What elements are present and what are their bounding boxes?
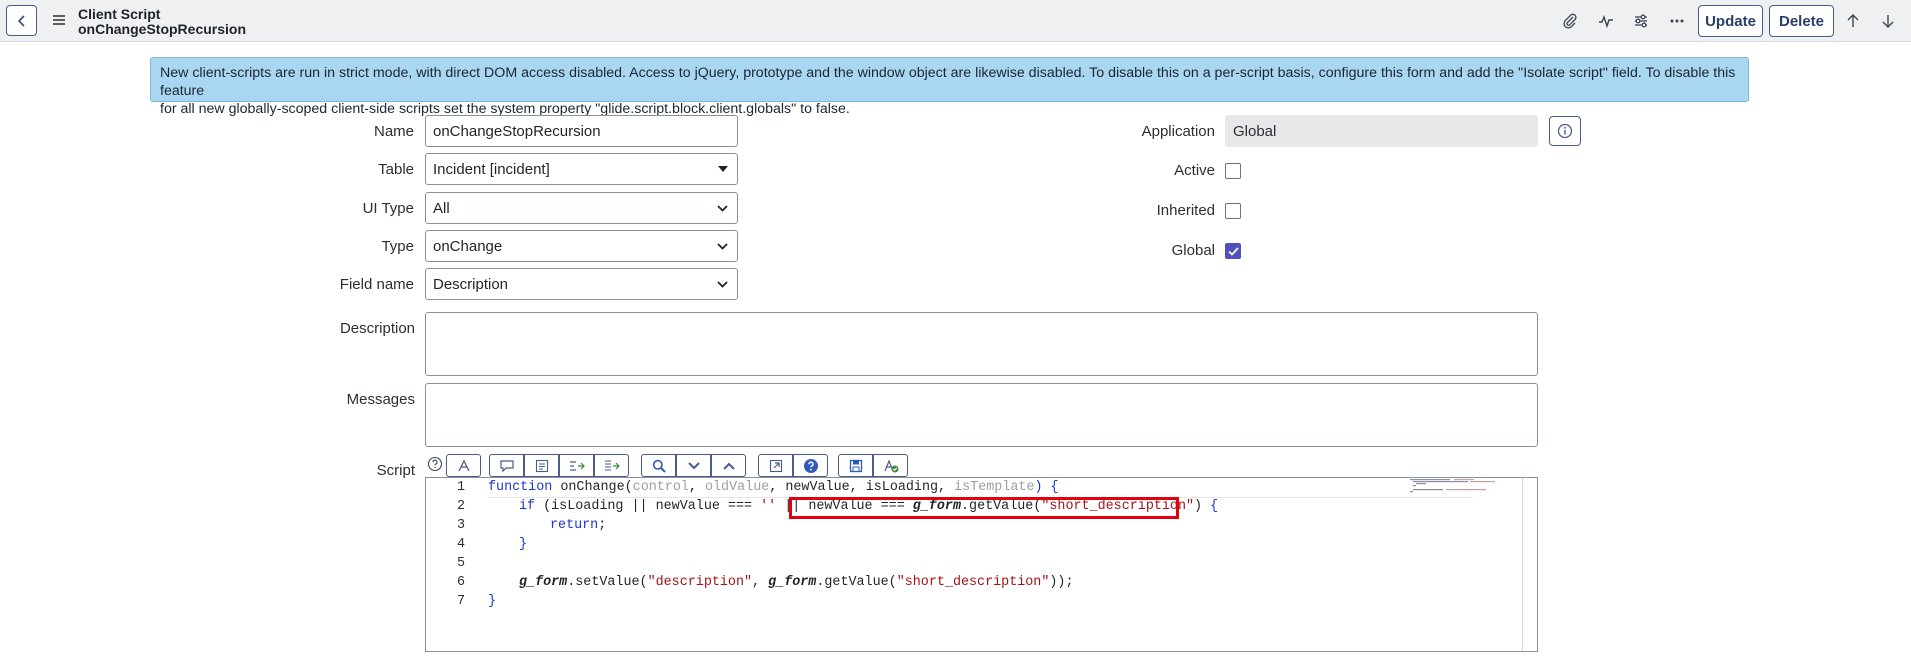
code-line-3: return; xyxy=(550,518,607,533)
table-label: Table xyxy=(378,161,414,178)
comment-button[interactable] xyxy=(489,454,524,477)
line-number: 4 xyxy=(456,537,465,552)
format-icon xyxy=(535,459,548,472)
line-number: 3 xyxy=(456,518,465,533)
strict-mode-info-banner: New client-scripts are run in strict mod… xyxy=(150,57,1749,117)
chevron-down-icon xyxy=(717,205,728,212)
replace-icon xyxy=(569,460,585,471)
code-line-6: g_form.setValue("description", g_form.ge… xyxy=(519,575,1074,590)
code-minimap xyxy=(1410,479,1495,493)
banner-line-1: New client-scripts are run in strict mod… xyxy=(160,65,1736,99)
active-label: Active xyxy=(1174,162,1215,179)
delete-button[interactable]: Delete xyxy=(1769,5,1834,37)
search-icon xyxy=(652,459,666,473)
application-label: Application xyxy=(1141,123,1215,140)
description-label: Description xyxy=(339,320,415,337)
name-label: Name xyxy=(373,123,414,140)
chevron-left-icon xyxy=(17,14,25,27)
application-value: Global xyxy=(1233,122,1277,140)
chevron-down-icon xyxy=(687,461,700,469)
application-info-button[interactable] xyxy=(1549,116,1581,146)
active-checkbox[interactable] xyxy=(1225,163,1241,179)
global-label: Global xyxy=(1171,242,1215,259)
arrow-up-icon[interactable] xyxy=(1842,10,1864,32)
script-label: Script xyxy=(376,462,415,479)
find-next-button[interactable] xyxy=(676,454,711,477)
more-options-icon[interactable] xyxy=(1666,10,1688,32)
ui-type-label: UI Type xyxy=(362,200,414,217)
syntax-check-icon xyxy=(883,458,898,472)
line-number: 5 xyxy=(456,556,465,571)
info-icon xyxy=(1557,123,1573,139)
ui-type-value: All xyxy=(433,199,450,217)
line-number: 2 xyxy=(456,499,465,514)
line-number: 6 xyxy=(456,575,465,590)
code-line-4: } xyxy=(519,537,528,552)
replace-button[interactable] xyxy=(559,454,594,477)
type-select[interactable]: onChange xyxy=(425,230,738,262)
field-name-select[interactable]: Description xyxy=(425,268,738,300)
table-value: Incident [incident] xyxy=(433,160,550,178)
code-line-7: } xyxy=(488,594,497,609)
editor-scrollbar[interactable] xyxy=(1522,478,1537,651)
field-name-value: Description xyxy=(433,275,509,293)
format-code-button[interactable] xyxy=(524,454,559,477)
code-line-1: function onChange(control, oldValue, new… xyxy=(488,480,1059,495)
line-number: 7 xyxy=(456,594,465,609)
comment-icon xyxy=(499,459,514,472)
script-help-button[interactable] xyxy=(793,454,828,477)
menu-icon[interactable] xyxy=(50,11,68,29)
inherited-label: Inherited xyxy=(1156,202,1215,219)
application-field: Global xyxy=(1225,115,1538,147)
check-syntax-button[interactable] xyxy=(873,454,908,477)
type-value: onChange xyxy=(433,237,503,255)
paperclip-icon[interactable] xyxy=(1559,10,1581,32)
description-textarea[interactable] xyxy=(425,312,1538,376)
checkmark-icon xyxy=(1227,246,1239,256)
record-name-title: onChangeStopRecursion xyxy=(78,21,247,37)
fullscreen-button[interactable] xyxy=(758,454,793,477)
update-button[interactable]: Update xyxy=(1698,5,1763,37)
messages-label: Messages xyxy=(346,391,415,408)
messages-textarea[interactable] xyxy=(425,383,1538,447)
save-button[interactable] xyxy=(838,454,873,477)
line-number: 1 xyxy=(456,480,465,495)
highlight-annotation-box xyxy=(789,497,1179,519)
caret-down-icon xyxy=(718,166,728,172)
type-label: Type xyxy=(381,238,414,255)
save-icon xyxy=(849,459,862,472)
syntax-toggle-icon xyxy=(457,459,470,471)
find-previous-button[interactable] xyxy=(711,454,746,477)
arrow-down-icon[interactable] xyxy=(1877,10,1899,32)
replace-all-button[interactable] xyxy=(594,454,629,477)
help-circle-icon[interactable] xyxy=(427,456,443,472)
sliders-icon[interactable] xyxy=(1630,10,1652,32)
chevron-down-icon xyxy=(717,281,728,288)
table-select[interactable]: Incident [incident] xyxy=(425,153,738,185)
ui-type-select[interactable]: All xyxy=(425,192,738,224)
inherited-checkbox[interactable] xyxy=(1225,203,1241,219)
name-value: onChangeStopRecursion xyxy=(433,122,601,140)
record-type-title: Client Script xyxy=(78,6,161,22)
global-checkbox[interactable] xyxy=(1225,243,1241,259)
expand-icon xyxy=(769,459,782,472)
chevron-down-icon xyxy=(717,243,728,250)
help-icon xyxy=(803,458,818,473)
search-button[interactable] xyxy=(641,454,676,477)
activity-icon[interactable] xyxy=(1595,10,1617,32)
form-header: Client Script onChangeStopRecursion Upda… xyxy=(0,0,1911,42)
name-input[interactable]: onChangeStopRecursion xyxy=(425,115,738,147)
field-name-label: Field name xyxy=(339,276,414,293)
toggle-syntax-editor-button[interactable] xyxy=(446,454,481,477)
replace-all-icon xyxy=(604,459,620,471)
chevron-up-icon xyxy=(722,462,735,470)
back-button[interactable] xyxy=(6,5,37,36)
